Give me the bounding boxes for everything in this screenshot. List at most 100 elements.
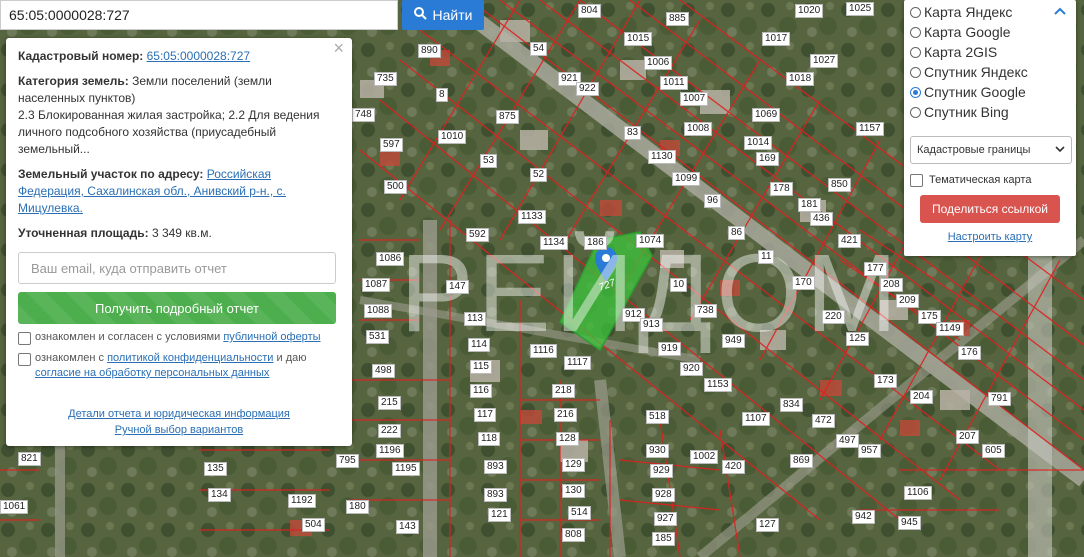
plot-number-label[interactable]: 117 (474, 408, 496, 422)
public-offer-link[interactable]: публичной оферты (223, 331, 320, 343)
plot-number-label[interactable]: 735 (374, 72, 397, 86)
plot-number-label[interactable]: 208 (880, 278, 903, 292)
privacy-consent-checkbox[interactable] (18, 353, 31, 366)
plot-number-label[interactable]: 1116 (530, 344, 557, 358)
plot-number-label[interactable]: 1015 (624, 32, 653, 46)
plot-number-label[interactable]: 1195 (392, 462, 420, 476)
layer-option-2[interactable]: Карта 2GIS (910, 42, 1070, 62)
plot-number-label[interactable]: 1130 (648, 150, 676, 164)
plot-number-label[interactable]: 129 (562, 458, 585, 472)
plot-number-label[interactable]: 1011 (660, 76, 688, 90)
plot-number-label[interactable]: 498 (372, 364, 395, 378)
plot-number-label[interactable]: 220 (822, 310, 845, 324)
chevron-up-icon[interactable] (1054, 4, 1066, 18)
plot-number-label[interactable]: 113 (464, 312, 486, 326)
plot-number-label[interactable]: 170 (792, 276, 815, 290)
plot-number-label[interactable]: 597 (380, 138, 403, 152)
close-icon[interactable]: × (333, 39, 344, 57)
plot-number-label[interactable]: 834 (780, 398, 803, 412)
plot-number-label[interactable]: 821 (18, 452, 41, 466)
plot-number-label[interactable]: 83 (624, 126, 642, 140)
plot-number-label[interactable]: 795 (336, 454, 359, 468)
plot-number-label[interactable]: 920 (680, 362, 703, 376)
plot-number-label[interactable]: 1099 (672, 172, 701, 186)
plot-number-label[interactable]: 420 (722, 460, 745, 474)
cadastral-link[interactable]: 65:05:0000028:727 (147, 49, 250, 63)
plot-number-label[interactable]: 929 (650, 464, 673, 478)
plot-number-label[interactable]: 1006 (644, 56, 673, 70)
plot-number-label[interactable]: 436 (810, 212, 833, 226)
plot-number-label[interactable]: 178 (770, 182, 793, 196)
plot-number-label[interactable]: 143 (396, 520, 419, 534)
plot-number-label[interactable]: 913 (640, 318, 663, 332)
plot-number-label[interactable]: 922 (576, 82, 599, 96)
manual-selection-link[interactable]: Ручной выбор вариантов (115, 424, 243, 436)
plot-number-label[interactable]: 134 (208, 488, 231, 502)
plot-number-label[interactable]: 928 (652, 488, 675, 502)
plot-number-label[interactable]: 893 (484, 488, 507, 502)
plot-number-label[interactable]: 125 (846, 332, 869, 346)
plot-number-label[interactable]: 53 (480, 154, 498, 168)
plot-number-label[interactable]: 121 (488, 508, 511, 522)
plot-number-label[interactable]: 1088 (364, 304, 393, 318)
plot-number-label[interactable]: 919 (658, 342, 681, 356)
plot-number-label[interactable]: 850 (828, 178, 851, 192)
plot-number-label[interactable]: 1007 (680, 92, 709, 106)
plot-number-label[interactable]: 135 (204, 462, 227, 476)
plot-number-label[interactable]: 54 (530, 42, 548, 56)
plot-number-label[interactable]: 1017 (762, 32, 791, 46)
radio-button[interactable] (910, 66, 921, 78)
plot-number-label[interactable]: 176 (958, 346, 981, 360)
plot-number-label[interactable]: 86 (728, 226, 746, 240)
plot-number-label[interactable]: 204 (910, 390, 933, 404)
report-details-link[interactable]: Детали отчета и юридическая информация (68, 408, 290, 420)
plot-number-label[interactable]: 957 (858, 444, 881, 458)
plot-number-label[interactable]: 52 (530, 168, 548, 182)
plot-number-label[interactable]: 942 (852, 510, 875, 524)
plot-number-label[interactable]: 893 (484, 460, 507, 474)
plot-number-label[interactable]: 927 (654, 512, 677, 526)
plot-number-label[interactable]: 1010 (438, 130, 467, 144)
plot-number-label[interactable]: 222 (378, 424, 401, 438)
plot-number-label[interactable]: 1192 (288, 494, 316, 508)
plot-number-label[interactable]: 1018 (786, 72, 815, 86)
setup-map-link[interactable]: Настроить карту (948, 231, 1033, 243)
offer-consent-checkbox[interactable] (18, 332, 31, 345)
plot-number-label[interactable]: 1086 (376, 252, 405, 266)
overlay-select[interactable]: Кадастровые границы (910, 136, 1072, 164)
plot-number-label[interactable]: 215 (378, 396, 401, 410)
plot-number-label[interactable]: 173 (874, 374, 897, 388)
plot-number-label[interactable]: 885 (666, 12, 689, 26)
plot-number-label[interactable]: 1025 (846, 2, 875, 16)
plot-number-label[interactable]: 1069 (752, 108, 781, 122)
plot-number-label[interactable]: 186 (584, 236, 607, 250)
plot-number-label[interactable]: 218 (552, 384, 575, 398)
plot-number-label[interactable]: 1027 (810, 54, 839, 68)
plot-number-label[interactable]: 1107 (742, 412, 770, 426)
plot-number-label[interactable]: 500 (384, 180, 407, 194)
plot-number-label[interactable]: 118 (478, 432, 500, 446)
radio-button[interactable] (910, 6, 921, 18)
plot-number-label[interactable]: 116 (470, 384, 492, 398)
radio-button[interactable] (910, 106, 921, 118)
plot-number-label[interactable]: 518 (646, 410, 669, 424)
layer-option-1[interactable]: Карта Google (910, 22, 1070, 42)
plot-number-label[interactable]: 1074 (636, 234, 665, 248)
plot-number-label[interactable]: 497 (836, 434, 859, 448)
plot-number-label[interactable]: 216 (554, 408, 577, 422)
plot-number-label[interactable]: 8 (436, 88, 448, 102)
plot-number-label[interactable]: 181 (798, 198, 821, 212)
plot-number-label[interactable]: 592 (466, 228, 489, 242)
plot-number-label[interactable]: 1134 (540, 236, 568, 250)
plot-number-label[interactable]: 1014 (744, 136, 773, 150)
privacy-policy-link[interactable]: политикой конфиденциальности (107, 352, 273, 364)
plot-number-label[interactable]: 738 (694, 304, 717, 318)
radio-button[interactable] (910, 46, 921, 58)
plot-number-label[interactable]: 1133 (518, 210, 546, 224)
plot-number-label[interactable]: 890 (418, 44, 441, 58)
plot-number-label[interactable]: 875 (496, 110, 519, 124)
plot-number-label[interactable]: 949 (722, 334, 745, 348)
get-report-button[interactable]: Получить подробный отчет (18, 292, 336, 324)
data-processing-link[interactable]: согласие на обработку персональных данны… (35, 367, 269, 379)
plot-number-label[interactable]: 930 (646, 444, 669, 458)
